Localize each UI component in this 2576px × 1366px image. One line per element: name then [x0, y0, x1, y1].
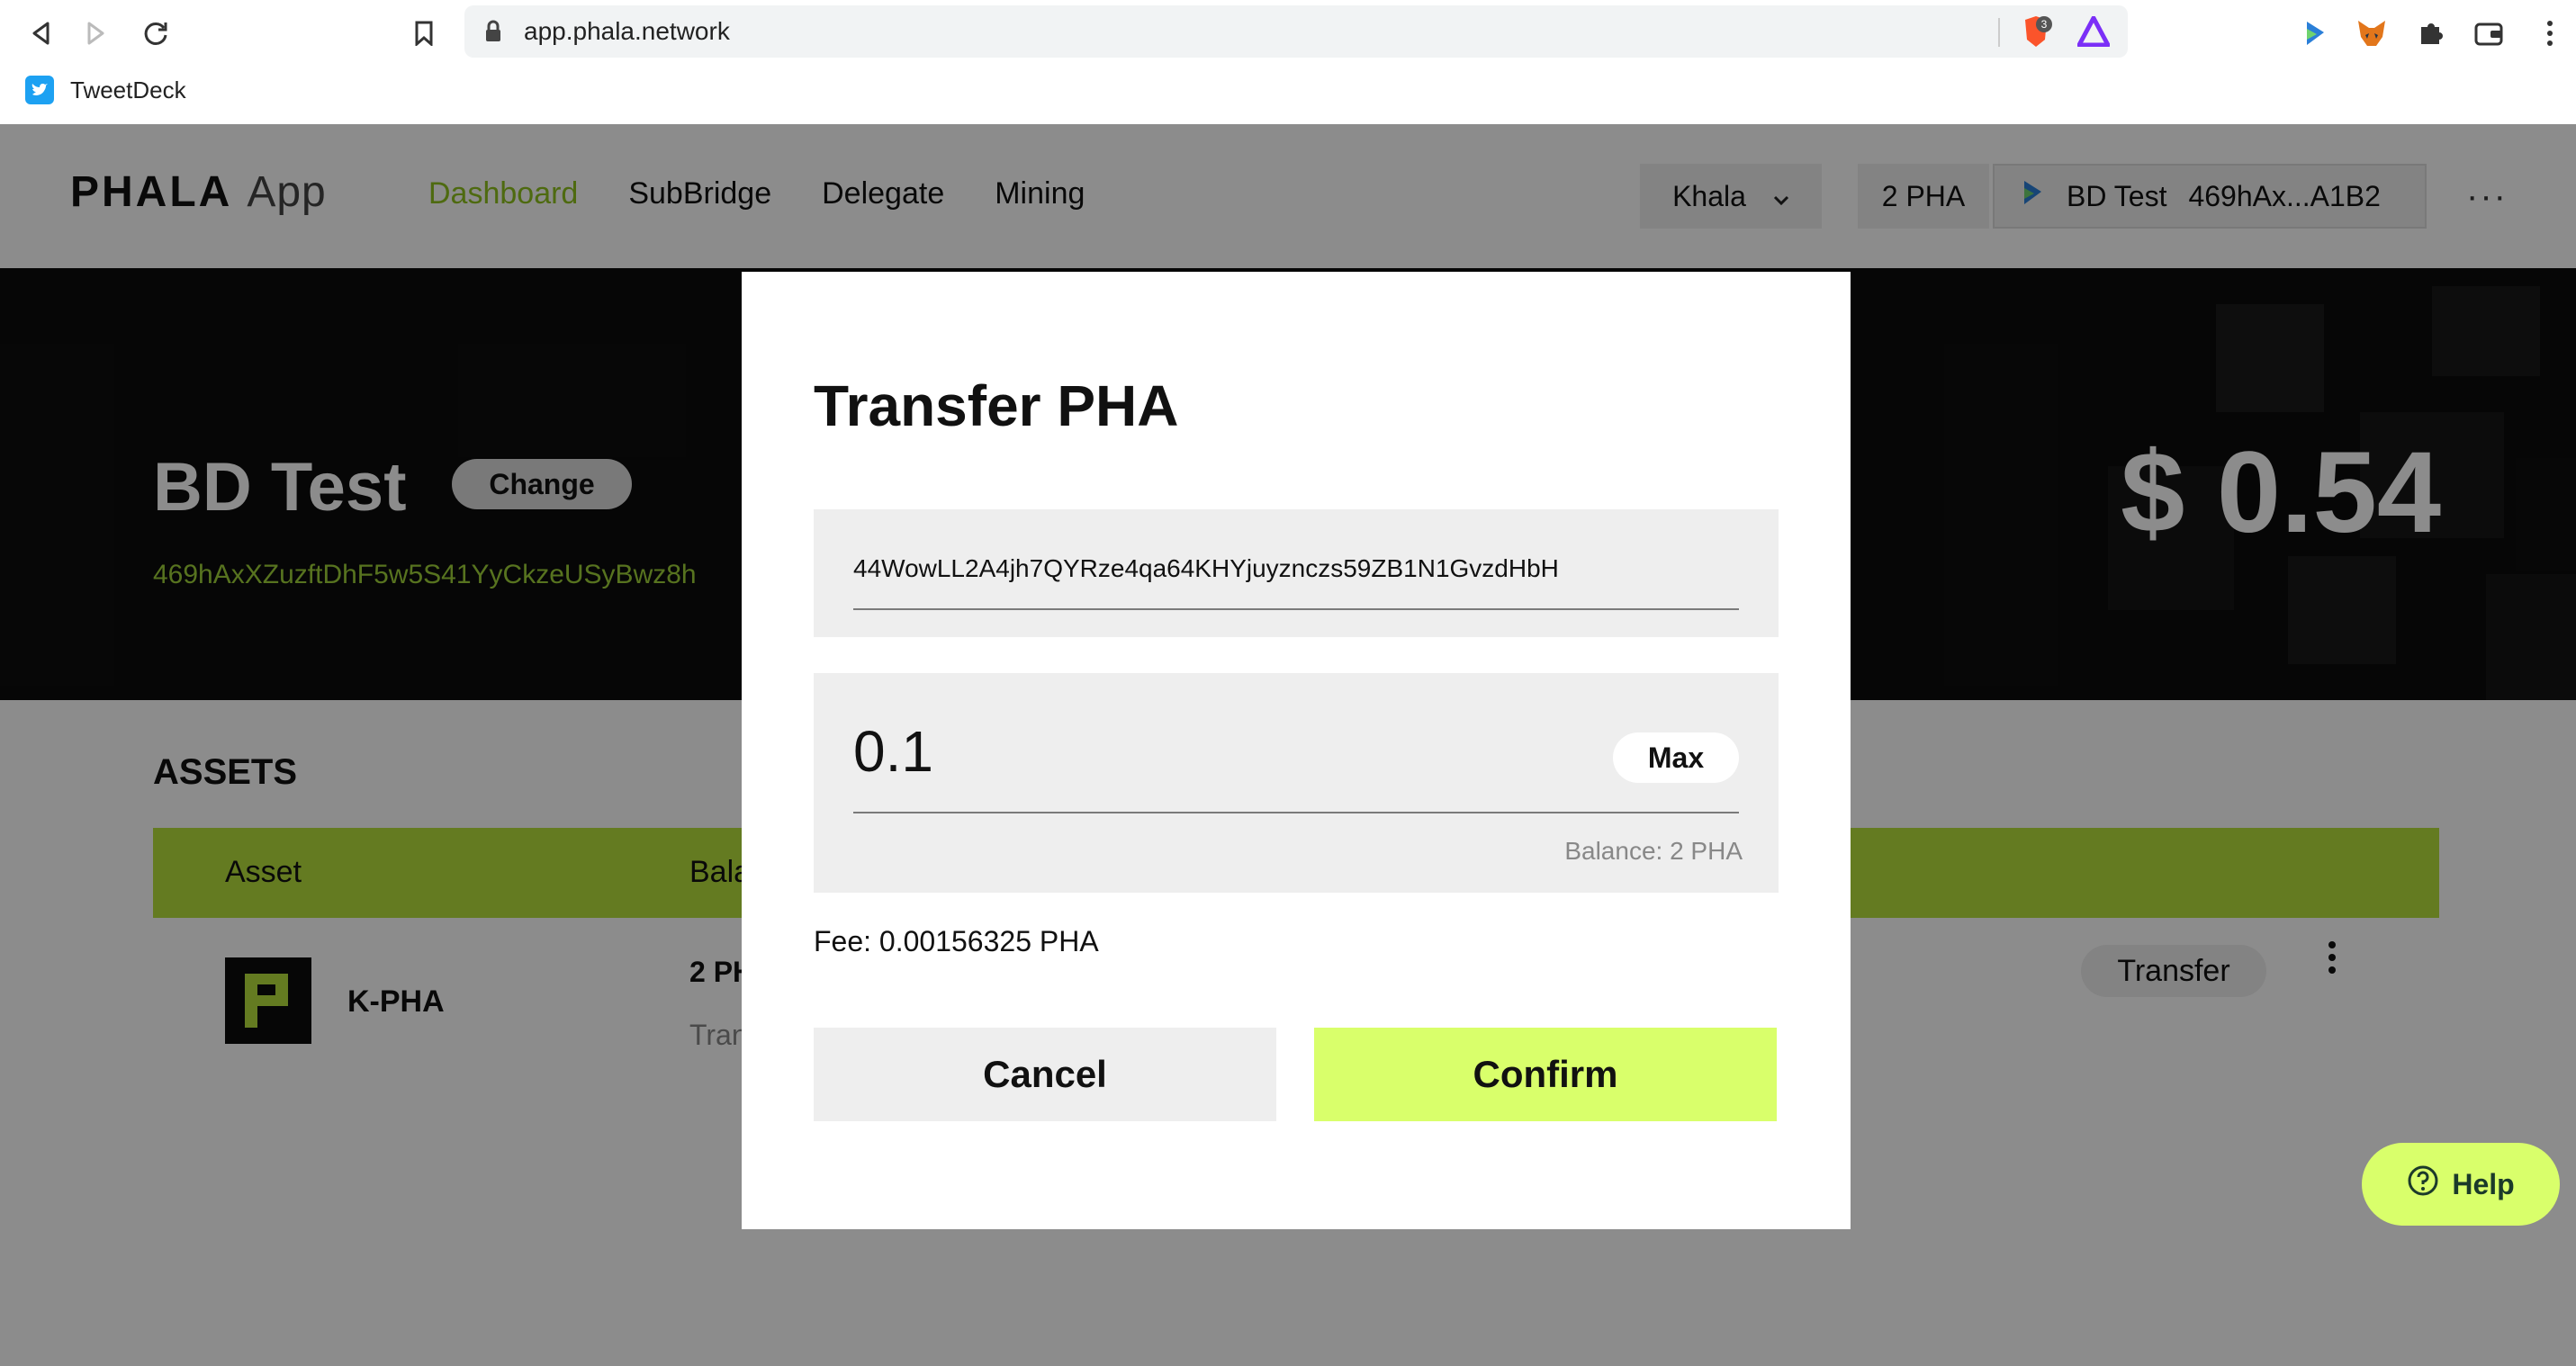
lock-icon [484, 20, 502, 48]
max-button[interactable]: Max [1613, 732, 1739, 783]
recipient-address-value: 44WowLL2A4jh7QYRze4qa64KHYjuyznczs59ZB1N… [853, 554, 1559, 582]
transfer-dialog: Transfer PHA 44WowLL2A4jh7QYRze4qa64KHYj… [742, 272, 1851, 1229]
browser-toolbar: app.phala.network 3 [0, 0, 2576, 67]
help-button[interactable]: Help [2362, 1143, 2560, 1226]
address-bar[interactable]: app.phala.network 3 [464, 5, 2128, 58]
recipient-address-input[interactable]: 44WowLL2A4jh7QYRze4qa64KHYjuyznczs59ZB1N… [814, 509, 1779, 637]
subwallet-extension-icon[interactable] [2297, 14, 2335, 52]
brave-rewards-icon[interactable] [2076, 15, 2111, 51]
input-underline [853, 812, 1739, 813]
cancel-button[interactable]: Cancel [814, 1028, 1276, 1121]
tweetdeck-icon [25, 76, 54, 104]
confirm-button[interactable]: Confirm [1314, 1028, 1777, 1121]
svg-text:3: 3 [2041, 18, 2048, 31]
help-label: Help [2452, 1167, 2515, 1200]
browser-menu-icon[interactable] [2531, 14, 2569, 52]
balance-hint: Balance: 2 PHA [1564, 837, 1743, 865]
reload-icon[interactable] [137, 14, 175, 52]
divider [1998, 18, 2000, 47]
bookmark-icon[interactable] [405, 14, 443, 52]
back-icon[interactable] [22, 14, 59, 52]
fee-text: Fee: 0.00156325 PHA [814, 925, 1099, 957]
brave-shield-icon[interactable]: 3 [2018, 14, 2054, 50]
bookmark-tweetdeck[interactable]: TweetDeck [25, 76, 186, 104]
extensions-puzzle-icon[interactable] [2412, 14, 2450, 52]
bookmark-label: TweetDeck [70, 76, 186, 103]
input-underline [853, 608, 1739, 610]
metamask-fox-icon[interactable] [2353, 14, 2391, 52]
question-icon [2407, 1164, 2439, 1204]
forward-icon[interactable] [77, 14, 115, 52]
bookmarks-bar: TweetDeck [0, 67, 2576, 126]
dialog-title: Transfer PHA [814, 373, 1179, 438]
amount-input[interactable]: 0.1 Max Balance: 2 PHA [814, 673, 1779, 893]
wallet-icon[interactable] [2470, 14, 2508, 52]
url-text: app.phala.network [524, 17, 730, 45]
amount-value: 0.1 [853, 719, 933, 784]
